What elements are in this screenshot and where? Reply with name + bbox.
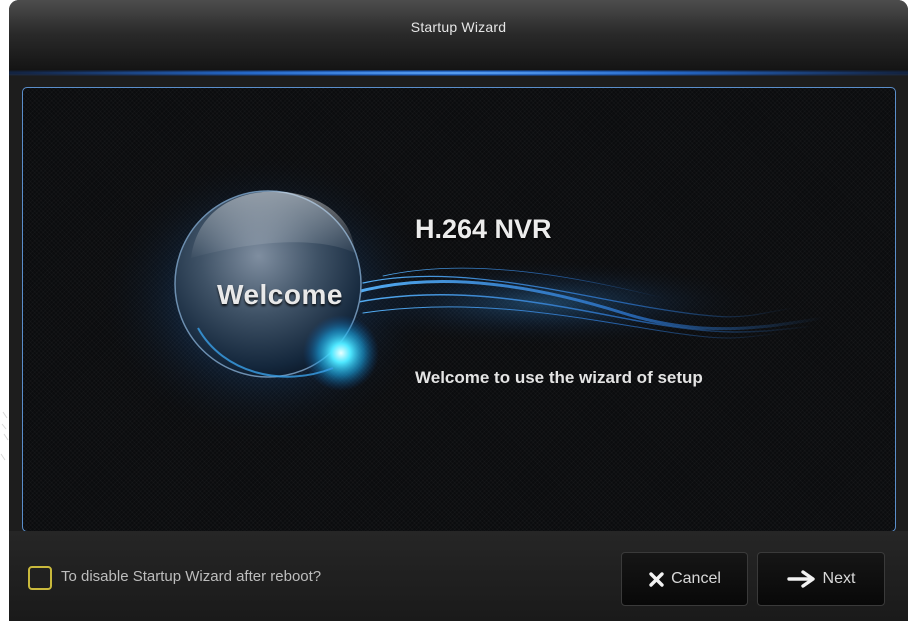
next-button-label: Next (822, 570, 856, 587)
title-bar: Startup Wizard (9, 0, 908, 74)
close-icon (649, 571, 664, 587)
disable-wizard-checkbox[interactable] (28, 566, 52, 590)
title-bar-glow (9, 70, 908, 76)
orb-cyan-spot (303, 315, 379, 391)
cancel-button[interactable]: Cancel (621, 552, 748, 606)
orb-label: Welcome (217, 279, 343, 310)
product-name: H.264 NVR (415, 214, 552, 244)
welcome-illustration (93, 148, 825, 448)
cancel-button-label: Cancel (671, 570, 721, 587)
window-title: Startup Wizard (410, 19, 507, 35)
welcome-message: Welcome to use the wizard of setup (415, 368, 703, 387)
disable-wizard-label[interactable]: To disable Startup Wizard after reboot? (61, 568, 321, 585)
watermark-fragment (0, 411, 9, 461)
arrow-right-icon (786, 570, 815, 588)
next-button[interactable]: Next (757, 552, 885, 606)
startup-wizard-dialog: Startup Wizard Welcome H.264 NVR Welcome… (9, 0, 908, 621)
welcome-panel: Welcome H.264 NVR Welcome to use the wiz… (22, 87, 896, 532)
